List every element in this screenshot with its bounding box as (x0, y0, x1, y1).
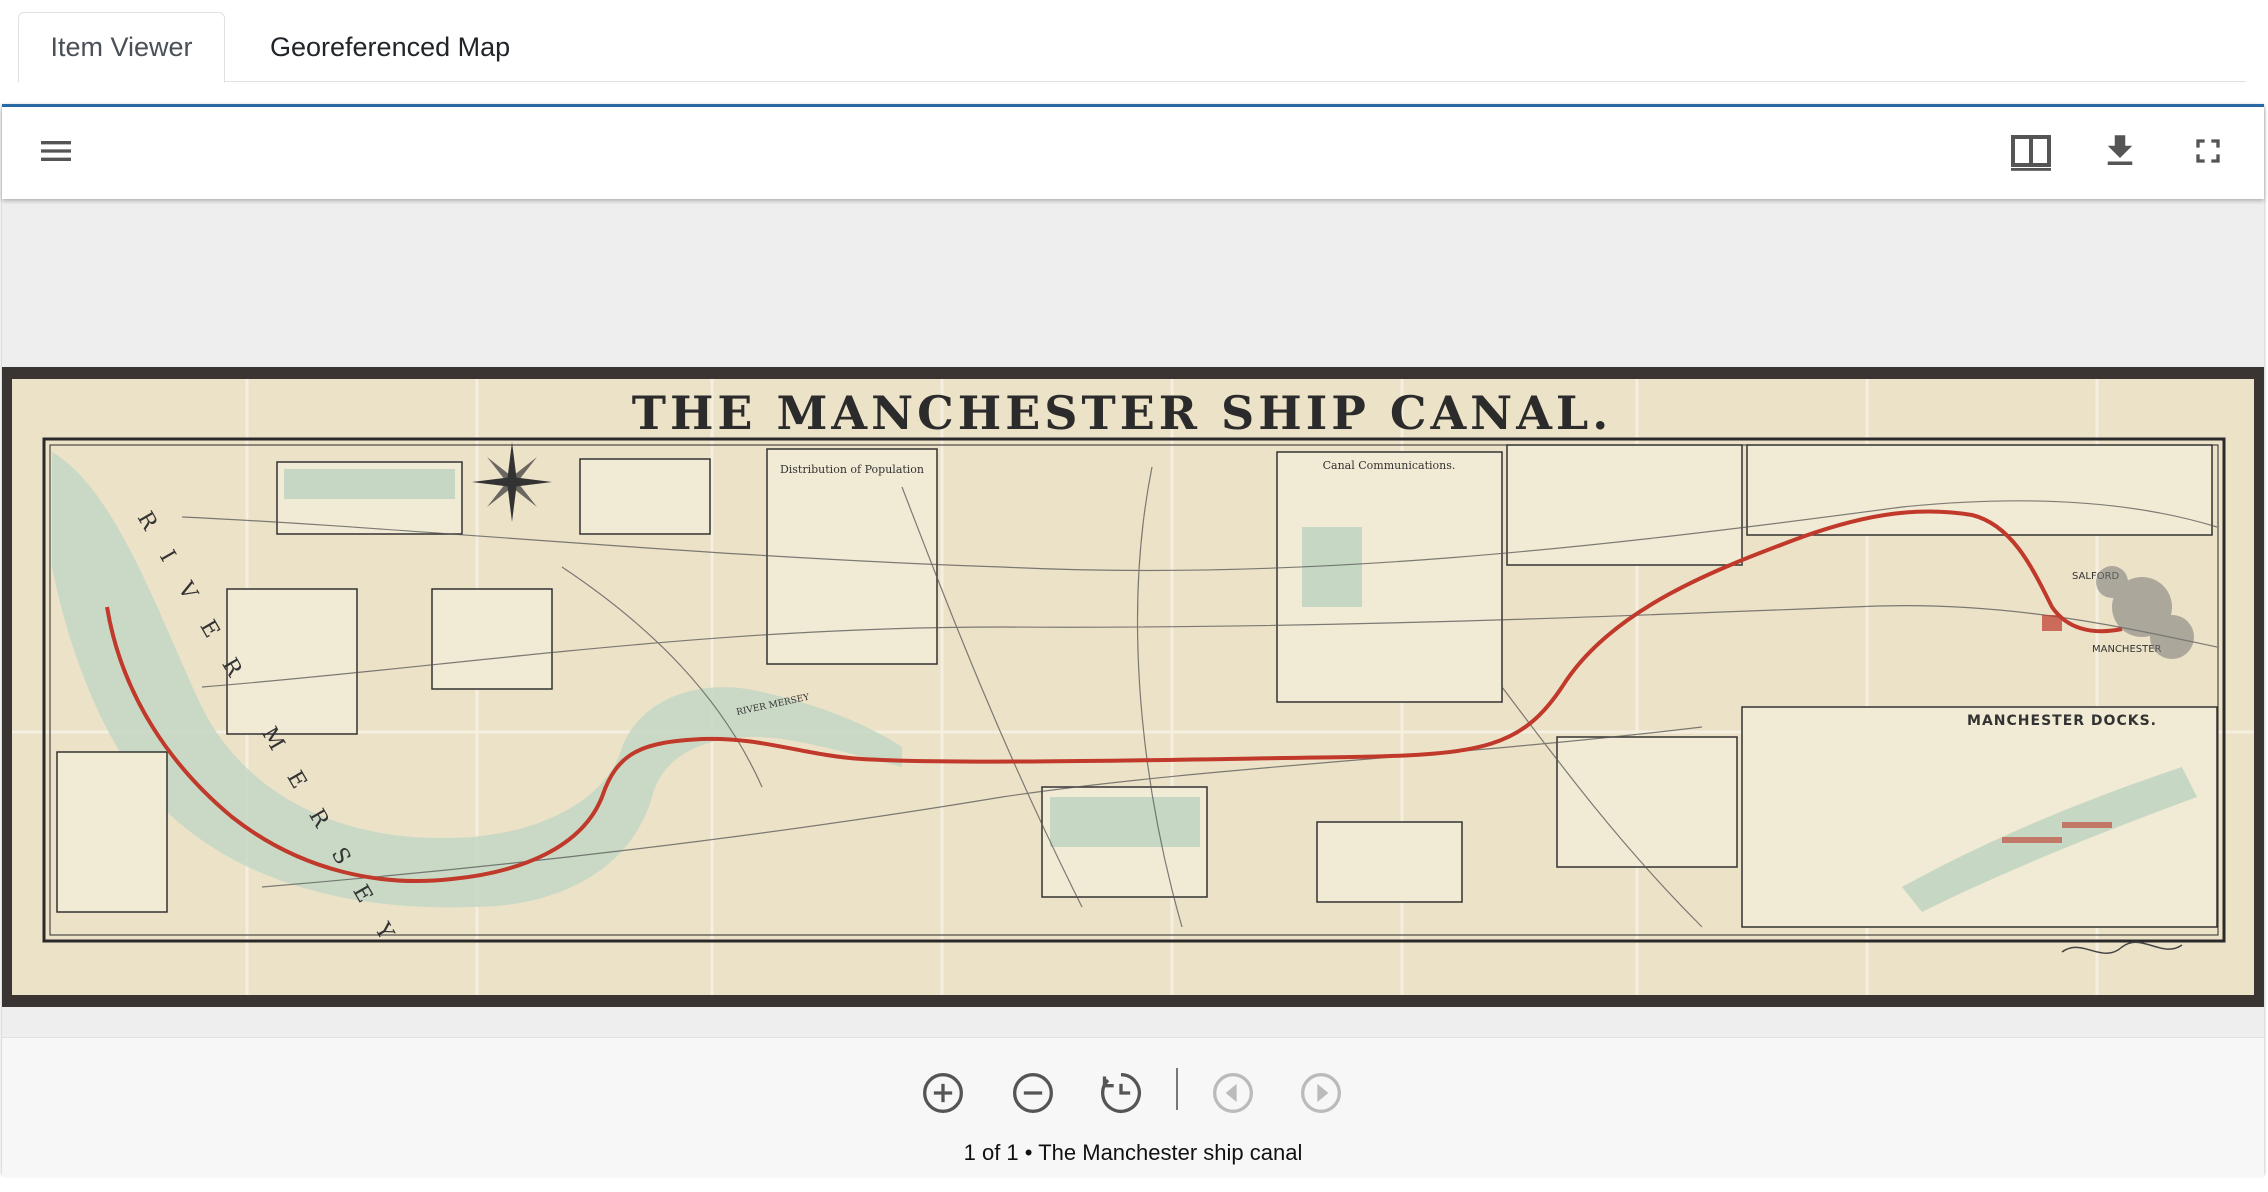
next-button[interactable] (1296, 1068, 1346, 1118)
tab-item-viewer[interactable]: Item Viewer (18, 12, 225, 83)
map-title: THE MANCHESTER SHIP CANAL. (632, 386, 1613, 440)
book-view-button[interactable] (2001, 121, 2061, 181)
menu-button[interactable] (26, 121, 86, 181)
map-label-population: Distribution of Population (780, 463, 924, 476)
tab-bar: Item Viewer Georeferenced Map (18, 12, 2246, 83)
zoom-in-button[interactable] (918, 1068, 968, 1118)
caption-separator: • (1024, 1140, 1033, 1165)
map-label-communications: Canal Communications. (1323, 459, 1456, 472)
zoom-out-icon (1013, 1073, 1053, 1113)
download-button[interactable] (2090, 121, 2150, 181)
reset-zoom-icon (1101, 1073, 1141, 1113)
viewer-toolbar (2, 107, 2264, 199)
map-image: THE MANCHESTER SHIP CANAL. Distribution … (2, 367, 2264, 1007)
page-caption: 1 of 1 • The Manchester ship canal (2, 1140, 2264, 1166)
menu-icon (41, 141, 71, 161)
zoom-in-icon (923, 1073, 963, 1113)
previous-icon (1213, 1073, 1253, 1113)
reset-zoom-button[interactable] (1096, 1068, 1146, 1118)
map-label-docks: MANCHESTER DOCKS. (1967, 713, 2157, 729)
viewer-canvas[interactable]: THE MANCHESTER SHIP CANAL. Distribution … (2, 199, 2264, 1029)
download-icon (2107, 135, 2133, 165)
fullscreen-icon (2196, 139, 2220, 163)
controls-divider (1176, 1068, 1178, 1110)
image-viewer: THE MANCHESTER SHIP CANAL. Distribution … (2, 104, 2264, 1177)
next-icon (1301, 1073, 1341, 1113)
tab-georeferenced-map[interactable]: Georeferenced Map (226, 12, 586, 83)
page-counter: 1 of 1 (963, 1140, 1019, 1165)
book-view-icon (2011, 135, 2051, 171)
item-title: The Manchester ship canal (1038, 1140, 1303, 1165)
previous-button[interactable] (1208, 1068, 1258, 1118)
map-label-manchester: MANCHESTER (2092, 644, 2162, 655)
fullscreen-button[interactable] (2178, 121, 2238, 181)
viewer-controls: 1 of 1 • The Manchester ship canal (2, 1037, 2264, 1177)
zoom-out-button[interactable] (1008, 1068, 1058, 1118)
